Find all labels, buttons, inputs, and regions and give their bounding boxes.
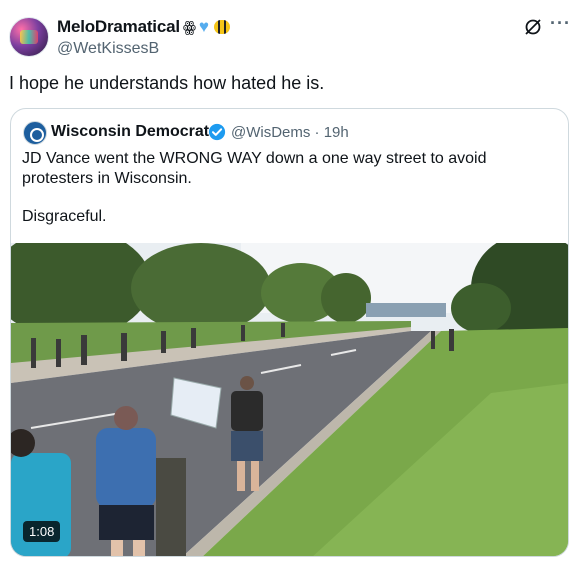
author-avatar[interactable] bbox=[9, 17, 49, 57]
blue-heart-icon: ♥ bbox=[198, 17, 209, 36]
video-duration: 1:08 bbox=[23, 521, 61, 542]
verified-badge-icon bbox=[208, 123, 226, 141]
tweet-text: I hope he understands how hated he is. bbox=[9, 73, 325, 93]
video-frame bbox=[11, 243, 568, 556]
quoted-tweet[interactable]: Wisconsin Democrats @WisDems · 19h JD Va… bbox=[10, 108, 569, 557]
display-name-text: MeloDramatical bbox=[57, 17, 180, 36]
hat-icon: ꙮ bbox=[182, 18, 196, 36]
quoted-text-secondary: Disgraceful. bbox=[22, 208, 107, 225]
bee-icon bbox=[213, 20, 230, 34]
quoted-author-name[interactable]: Wisconsin Democrats bbox=[51, 123, 218, 141]
quoted-handle-time[interactable]: @WisDems · 19h bbox=[231, 124, 349, 141]
author-display-name[interactable]: MeloDramatical ꙮ ♥ bbox=[57, 17, 230, 37]
quoted-text: JD Vance went the WRONG WAY down a one w… bbox=[22, 150, 487, 187]
author-handle[interactable]: @WetKissesB bbox=[57, 40, 159, 58]
more-options-icon[interactable]: ··· bbox=[550, 13, 571, 34]
grok-icon[interactable] bbox=[523, 17, 543, 37]
quoted-author-avatar[interactable] bbox=[23, 121, 47, 145]
video-player[interactable]: 1:08 bbox=[11, 243, 568, 556]
